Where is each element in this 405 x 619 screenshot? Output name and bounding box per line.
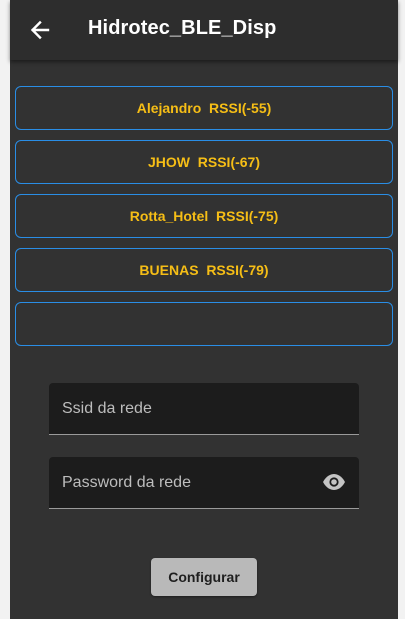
toggle-password-visibility[interactable] bbox=[322, 472, 346, 492]
configure-button[interactable]: Configurar bbox=[151, 558, 257, 596]
device-item[interactable]: Rotta_Hotel RSSI(-75) bbox=[15, 194, 393, 238]
device-label: BUENAS RSSI(-79) bbox=[139, 262, 269, 278]
device-item-empty[interactable] bbox=[15, 302, 393, 346]
page-title: Hidrotec_BLE_Disp bbox=[88, 17, 277, 39]
device-label: Alejandro RSSI(-55) bbox=[136, 100, 272, 116]
device-label: JHOW RSSI(-67) bbox=[147, 154, 260, 170]
device-list: Alejandro RSSI(-55) JHOW RSSI(-67) Rotta… bbox=[15, 86, 393, 356]
arrow-left-icon bbox=[30, 20, 50, 40]
ssid-input[interactable] bbox=[49, 383, 359, 434]
device-label: Rotta_Hotel RSSI(-75) bbox=[129, 208, 279, 224]
device-item[interactable]: JHOW RSSI(-67) bbox=[15, 140, 393, 184]
device-item[interactable]: Alejandro RSSI(-55) bbox=[15, 86, 393, 130]
back-button[interactable] bbox=[26, 14, 54, 46]
device-item[interactable]: BUENAS RSSI(-79) bbox=[15, 248, 393, 292]
app-bar: Hidrotec_BLE_Disp bbox=[10, 0, 398, 60]
ssid-field bbox=[49, 383, 359, 435]
password-input[interactable] bbox=[49, 457, 359, 508]
eye-icon bbox=[323, 474, 345, 490]
password-field bbox=[49, 457, 359, 509]
app-screen: Hidrotec_BLE_Disp Alejandro RSSI(-55) JH… bbox=[10, 0, 398, 619]
